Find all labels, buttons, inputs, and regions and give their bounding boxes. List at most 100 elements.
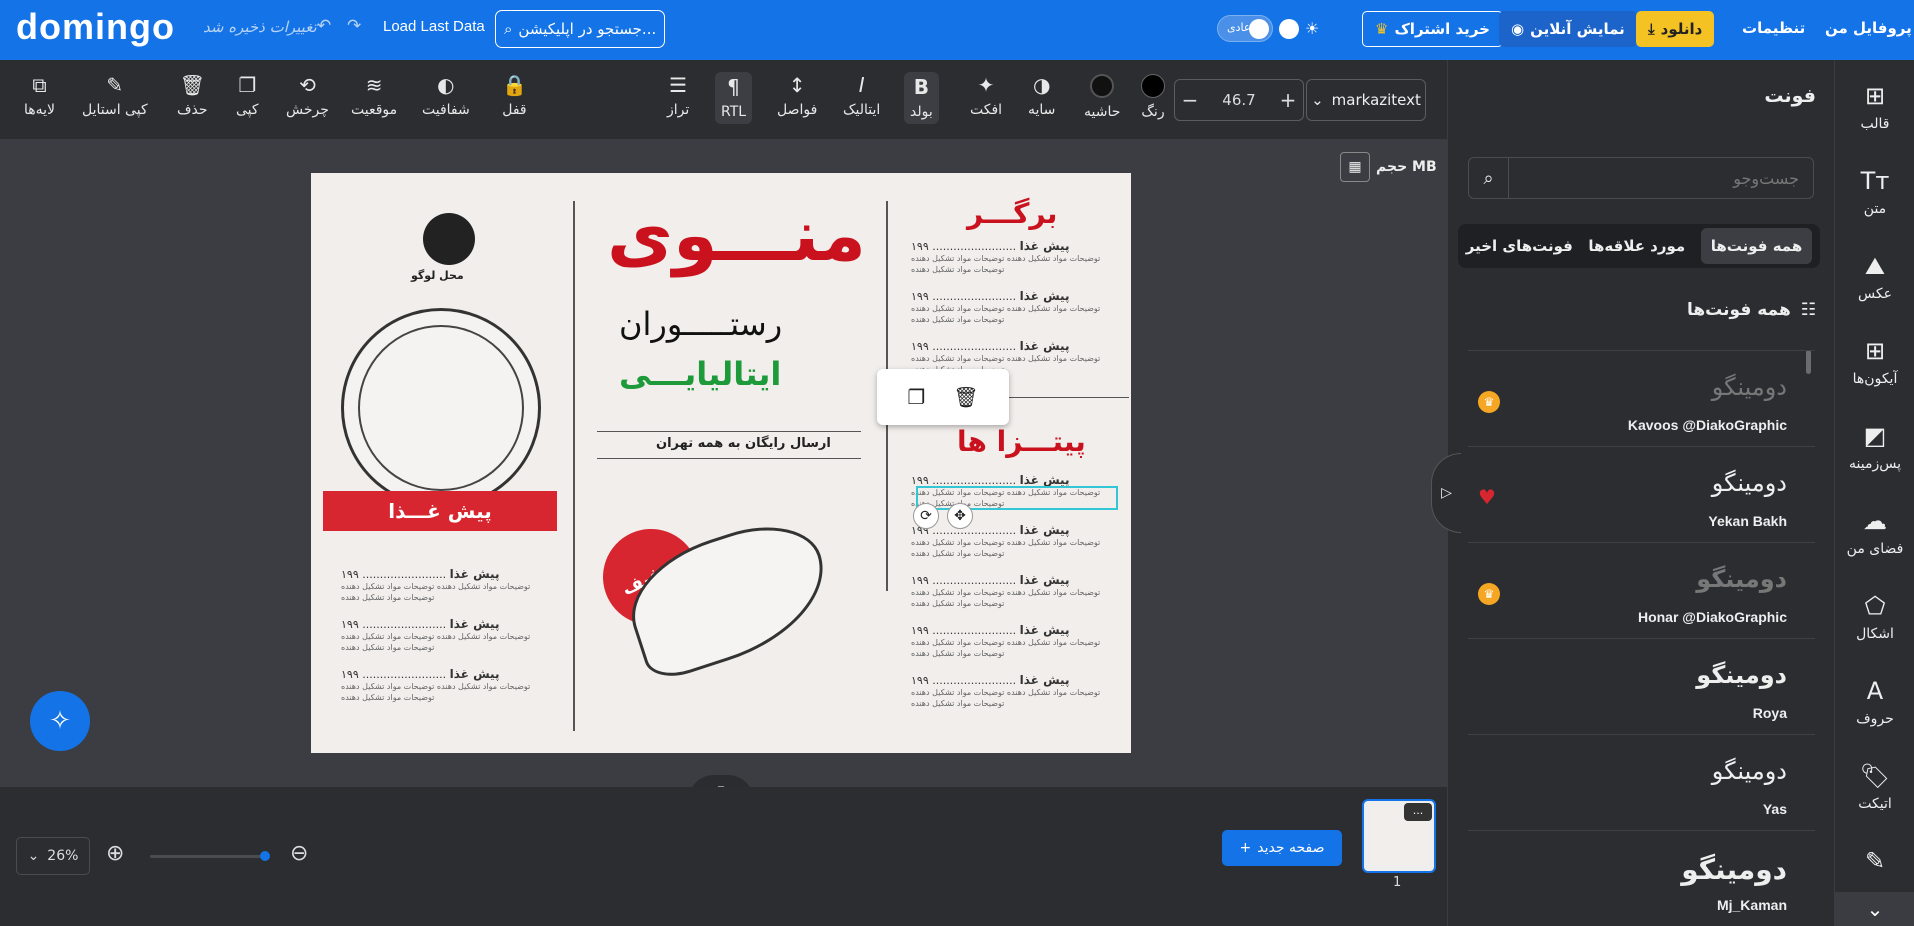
sidebar-item-icons[interactable]: ⊞ آیکون‌ها xyxy=(1835,337,1914,387)
appetizer-ribbon[interactable]: پیش غـــذا xyxy=(323,491,557,531)
download-button[interactable]: ⤓ دانلود xyxy=(1636,11,1715,47)
tab-all-fonts[interactable]: همه فونت‌ها xyxy=(1700,228,1813,264)
opacity-tool[interactable]: ◐ شفافیت xyxy=(422,74,470,118)
selection-box[interactable] xyxy=(916,486,1118,510)
font-size-value[interactable]: 46.7 xyxy=(1205,91,1273,109)
italic-tool[interactable]: I ایتالیک xyxy=(843,74,880,118)
tab-recent-fonts[interactable]: فونت‌های اخیر xyxy=(1466,237,1573,255)
font-list-item[interactable]: ♛ دومینگو Kavoos @DiakoGraphic xyxy=(1468,350,1815,446)
font-size-stepper[interactable]: − 46.7 + xyxy=(1174,79,1304,121)
mode-toggle[interactable]: عادی xyxy=(1217,15,1273,42)
zoom-slider[interactable] xyxy=(150,851,270,861)
font-search-input[interactable]: ⌕ جست‌وجو xyxy=(1468,157,1814,199)
align-tool[interactable]: ☰ تراز xyxy=(667,74,689,118)
menu-item[interactable]: پیش غذا ........................ ۱۹۹ توضی… xyxy=(911,623,1111,659)
logo-placeholder-icon[interactable] xyxy=(423,213,475,265)
rotate-handle-icon[interactable]: ⟳ xyxy=(913,503,939,529)
burger-title[interactable]: برگـــر xyxy=(967,197,1057,230)
chevron-right-icon: ▷ xyxy=(1441,485,1452,501)
italian-title[interactable]: ایتالیایـــی xyxy=(619,355,781,393)
search-icon[interactable]: ⌕ xyxy=(1469,158,1509,198)
menu-item[interactable]: پیش غذا ........................ ۱۹۹ توضی… xyxy=(341,567,541,603)
domingo-logo[interactable]: domingo xyxy=(16,6,175,48)
sidebar-item-my-space[interactable]: ☁ فضای من xyxy=(1835,507,1914,557)
more-options-icon[interactable]: ... xyxy=(1404,803,1432,821)
new-page-button[interactable]: + صفحه جدید xyxy=(1222,830,1342,866)
magic-wand-button[interactable]: ✧ xyxy=(30,691,90,751)
menu-item[interactable]: پیش غذا ........................ ۱۹۹ توضی… xyxy=(341,667,541,703)
menu-item[interactable]: پیش غذا ........................ ۱۹۹ توضی… xyxy=(911,673,1111,709)
sun-icon[interactable]: ☀ xyxy=(1305,19,1319,38)
pizzas-title[interactable]: پیتـــزا ها xyxy=(957,425,1086,458)
menu-title[interactable]: منـــوی xyxy=(607,193,866,277)
rotate-tool[interactable]: ⟲ چرخش xyxy=(286,74,329,118)
sidebar-item-letters[interactable]: A حروف xyxy=(1835,677,1914,727)
sidebar-item-draw[interactable]: ✎ xyxy=(1835,847,1914,875)
zoom-select[interactable]: ⌄ 26% xyxy=(16,837,90,875)
sidebar-item-template[interactable]: ⊞ قالب xyxy=(1835,82,1914,132)
redo-icon[interactable]: ↷ xyxy=(347,16,361,36)
all-fonts-heading: همه فونت‌ها ☷ xyxy=(1686,300,1816,320)
lock-icon: 🔒 xyxy=(502,73,527,97)
calculator-icon[interactable]: ▦ xyxy=(1340,152,1370,182)
sidebar-item-shapes[interactable]: ⬠ اشکال xyxy=(1835,592,1914,642)
sidebar-item-background[interactable]: ◩ پس‌زمینه xyxy=(1835,422,1914,472)
decrease-size-button[interactable]: − xyxy=(1175,88,1205,112)
lock-tool[interactable]: 🔒 قفل xyxy=(502,74,527,118)
layers-tool[interactable]: ⧉ لایه‌ها xyxy=(24,74,55,118)
position-tool[interactable]: ≋ موقعیت xyxy=(351,74,397,118)
zoom-out-icon[interactable]: ⊖ xyxy=(290,841,308,866)
menu-item[interactable]: پیش غذا ........................ ۱۹۹ توضی… xyxy=(911,289,1111,325)
delete-tool[interactable]: 🗑 حذف xyxy=(177,74,208,118)
sidebar-item-label[interactable]: 🏷 اتیکت xyxy=(1835,762,1914,812)
subscribe-button[interactable]: ♛ خرید اشتراک xyxy=(1362,11,1503,47)
font-list-item[interactable]: دومینگو Roya xyxy=(1468,638,1815,734)
profile-link[interactable]: پروفایل من xyxy=(1825,19,1912,37)
spacing-tool[interactable]: ↕ فواصل xyxy=(777,74,817,118)
copy-style-tool[interactable]: ✎ کپی استایل xyxy=(82,74,148,118)
bold-tool[interactable]: B بولد xyxy=(904,72,939,124)
copy-tool[interactable]: ❐ کپی xyxy=(236,74,259,118)
sidebar-item-photo[interactable]: ⛰ عکس xyxy=(1835,252,1914,302)
copy-icon: ❐ xyxy=(238,73,257,97)
font-list-item[interactable]: دومینگو Yas xyxy=(1468,734,1815,830)
scroll-down-button[interactable]: ⌄ xyxy=(1835,892,1914,926)
logo-place-label[interactable]: محل لوگو xyxy=(411,269,464,282)
page-thumbnail[interactable]: ... xyxy=(1362,799,1436,873)
effect-tool[interactable]: ✦ افکت xyxy=(970,74,1002,118)
settings-link[interactable]: تنظیمات xyxy=(1742,19,1805,37)
load-last-data-button[interactable]: Load Last Data xyxy=(383,18,485,35)
undo-icon[interactable]: ↶ xyxy=(317,16,331,36)
menu-item[interactable]: پیش غذا ........................ ۱۹۹ توضی… xyxy=(911,523,1111,559)
trash-icon[interactable]: 🗑 xyxy=(953,385,978,409)
increase-size-button[interactable]: + xyxy=(1273,88,1303,112)
restaurant-title[interactable]: رستـــــوران xyxy=(619,305,782,343)
shadow-tool[interactable]: ◑ سایه xyxy=(1028,74,1055,118)
online-preview-button[interactable]: ◉ نمایش آنلاین xyxy=(1499,11,1637,47)
pizza-illustration[interactable] xyxy=(341,308,541,508)
color-tool[interactable]: رنگ xyxy=(1141,74,1165,120)
heart-icon[interactable]: ♥ xyxy=(1478,485,1496,509)
rtl-tool[interactable]: ¶ RTL xyxy=(715,72,753,124)
rotate-icon: ⟲ xyxy=(299,73,316,97)
sidebar-item-text[interactable]: Tт متن xyxy=(1835,167,1914,217)
zoom-in-icon[interactable]: ⊕ xyxy=(106,841,124,866)
moon-icon[interactable] xyxy=(1279,18,1299,39)
font-list-item[interactable]: ♛ دومینگو Honar @DiakoGraphic xyxy=(1468,542,1815,638)
menu-item[interactable]: پیش غذا ........................ ۱۹۹ توضی… xyxy=(341,617,541,653)
font-list-item[interactable]: دومینگو Mj_Kaman xyxy=(1468,830,1815,926)
cloud-upload-icon: ☁ xyxy=(1863,507,1887,535)
magic-wand-icon: ✧ xyxy=(49,706,71,736)
duplicate-icon[interactable]: ❐ xyxy=(907,385,925,409)
font-family-select[interactable]: ⌄ markazitext xyxy=(1306,79,1426,121)
free-delivery-text[interactable]: ارسال رایگان به همه تهران xyxy=(656,436,831,451)
app-search-input[interactable]: ⌕ جستجو در اپلیکیشن... xyxy=(495,10,665,48)
font-list-item[interactable]: ♥ دومینگو Yekan Bakh xyxy=(1468,446,1815,542)
border-tool[interactable]: حاشیه xyxy=(1084,74,1120,120)
move-handle-icon[interactable]: ✥ xyxy=(947,503,973,529)
design-page[interactable]: محل لوگو پیش غـــذا منـــوی رستـــــوران… xyxy=(311,173,1131,753)
tab-favorites[interactable]: مورد علاقه‌ها xyxy=(1588,237,1685,255)
menu-item[interactable]: پیش غذا ........................ ۱۹۹ توضی… xyxy=(911,573,1111,609)
menu-item[interactable]: پیش غذا ........................ ۱۹۹ توضی… xyxy=(911,239,1111,275)
border-color-swatch xyxy=(1090,74,1115,98)
